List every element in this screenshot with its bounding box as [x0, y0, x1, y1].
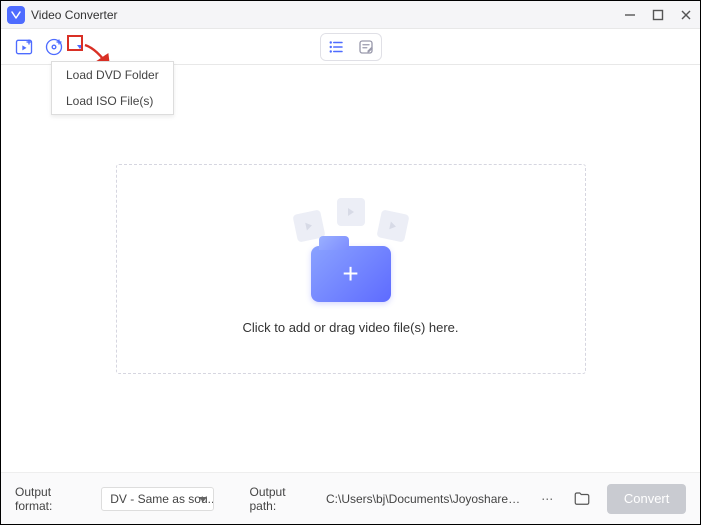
app-title: Video Converter — [31, 8, 118, 22]
toolbar-left-group — [13, 36, 87, 58]
drop-zone[interactable]: + Click to add or drag video file(s) her… — [116, 164, 586, 374]
folder-plus-icon: + — [311, 246, 391, 302]
view-mode-tabs — [320, 33, 382, 61]
load-disc-dropdown-menu: Load DVD Folder Load ISO File(s) — [51, 61, 174, 115]
drop-zone-hint: Click to add or drag video file(s) here. — [242, 320, 458, 335]
minimize-button[interactable] — [622, 7, 638, 23]
load-disc-button[interactable] — [43, 36, 65, 58]
footer: Output format: DV - Same as sou... Outpu… — [1, 472, 700, 524]
toolbar: Load DVD Folder Load ISO File(s) — [1, 29, 700, 65]
output-path-more-button[interactable]: ⋯ — [537, 492, 557, 506]
close-button[interactable] — [678, 7, 694, 23]
output-path-label: Output path: — [250, 485, 310, 513]
app-logo-icon — [7, 6, 25, 24]
main-area: + Click to add or drag video file(s) her… — [1, 65, 700, 472]
convert-button[interactable]: Convert — [607, 484, 686, 514]
open-output-folder-button[interactable] — [573, 490, 591, 508]
add-file-button[interactable] — [13, 36, 35, 58]
maximize-button[interactable] — [650, 7, 666, 23]
output-path-value: C:\Users\bj\Documents\Joyoshare VidiK — [326, 492, 521, 506]
output-format-value: DV - Same as sou... — [110, 492, 213, 506]
bg-video-card-icon — [376, 209, 409, 242]
output-format-label: Output format: — [15, 485, 85, 513]
menu-item-load-dvd-folder[interactable]: Load DVD Folder — [52, 62, 173, 88]
titlebar: Video Converter — [1, 1, 700, 29]
output-format-select[interactable]: DV - Same as sou... — [101, 487, 213, 511]
drop-zone-illustration: + — [281, 202, 421, 302]
load-disc-dropdown-toggle[interactable] — [73, 40, 87, 54]
bg-video-card-icon — [337, 198, 365, 226]
list-view-tab[interactable] — [321, 34, 351, 60]
window-controls — [622, 7, 694, 23]
edit-view-tab[interactable] — [351, 34, 381, 60]
menu-item-load-iso-files[interactable]: Load ISO File(s) — [52, 88, 173, 114]
